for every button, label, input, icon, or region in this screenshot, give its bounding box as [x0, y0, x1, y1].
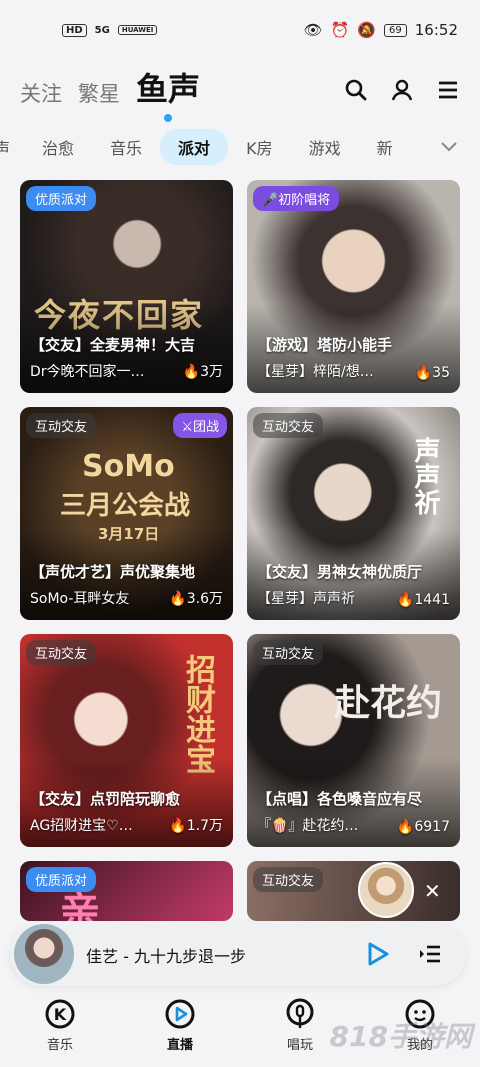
card-artwork-text: 声声祈 [410, 437, 440, 515]
card-host: AG招财进宝♡… [30, 818, 133, 834]
swords-icon: ⚔ [181, 420, 193, 435]
chevron-down-icon [441, 142, 457, 152]
song-title: 佳艺 - 九十九步退一步 [86, 947, 246, 966]
cat-music[interactable]: 音乐 [92, 129, 160, 165]
category-tabs: 声 治愈 音乐 派对 K房 游戏 新 [0, 128, 480, 166]
clock: 16:52 [414, 21, 458, 39]
top-icons [344, 78, 460, 102]
card-artwork-text: 赴花约 [333, 683, 442, 724]
room-card[interactable]: SoMo 三月公会战 3月17日 互动交友 ⚔团战 【声优才艺】声优聚集地 So… [20, 407, 233, 620]
card-artwork-text: 招财进宝 [180, 654, 215, 774]
mute-icon: 🔕 [357, 21, 377, 39]
mini-player[interactable]: 佳艺 - 九十九步退一步 [10, 922, 466, 986]
eye-icon: 👁 [303, 21, 323, 39]
play-icon[interactable] [366, 941, 390, 967]
svg-text:K: K [54, 1005, 67, 1024]
room-card[interactable]: 声声祈 互动交友 【交友】男神女神优质厅 【星芽】声声祈 🔥1441 [247, 407, 460, 620]
card-host: 『🍿』赴花约… [257, 818, 359, 834]
playlist-icon[interactable] [418, 942, 442, 966]
card-host: SoMo-耳畔女友 [30, 591, 130, 607]
card-title: 【交友】男神女神优质厅 [257, 563, 423, 581]
card-badge: 互动交友 [253, 640, 324, 665]
card-badge: 互动交友 [26, 413, 97, 438]
close-icon[interactable]: ✕ [424, 879, 441, 903]
card-title: 【声优才艺】声优聚集地 [30, 563, 196, 581]
carrier-badge: HUAWEI [117, 25, 158, 35]
cat-party[interactable]: 派对 [160, 129, 229, 165]
fire-icon: 🔥 [182, 364, 201, 380]
floating-live-avatar[interactable] [358, 862, 414, 918]
fire-icon: 🔥 [396, 592, 415, 608]
music-k-icon: K [45, 999, 75, 1029]
card-badge: 优质派对 [26, 186, 97, 211]
network-indicator: 5G [94, 24, 110, 36]
card-heat: 🔥6917 [396, 819, 450, 835]
room-card[interactable]: 亲 优质派对 [20, 861, 233, 921]
nav-label: 唱玩 [286, 1038, 313, 1053]
card-badge: 互动交友 [26, 640, 97, 665]
watermark: 818手游网 [329, 1020, 472, 1053]
status-left: HD 5G HUAWEI [62, 23, 158, 37]
tab-yusheng[interactable]: 鱼声 [136, 64, 200, 122]
card-heat: 🔥3.6万 [169, 591, 223, 607]
cat-game[interactable]: 游戏 [291, 129, 359, 165]
fire-icon: 🔥 [396, 819, 415, 835]
menu-icon[interactable] [436, 78, 460, 102]
search-icon[interactable] [344, 78, 368, 102]
card-badge: 优质派对 [26, 867, 97, 892]
card-title: 【交友】全麦男神！大吉 [30, 336, 196, 354]
card-heat: 🔥1.7万 [169, 818, 223, 834]
card-heat: 🔥3万 [182, 364, 223, 380]
nav-label: 直播 [166, 1038, 193, 1053]
card-heat: 🔥35 [414, 365, 450, 381]
tab-follow[interactable]: 关注 [20, 78, 62, 118]
mic-icon [286, 998, 314, 1028]
status-right: 👁 ⏰ 🔕 69 16:52 [304, 21, 458, 39]
mic-badge-icon: 🎤 [262, 193, 279, 208]
cat-new[interactable]: 新 [359, 129, 411, 165]
cat-partial[interactable]: 声 [0, 129, 24, 165]
room-card[interactable]: 赴花约 互动交友 【点唱】各色嗓音应有尽 『🍿』赴花约… 🔥6917 [247, 634, 460, 847]
expand-categories[interactable] [424, 128, 480, 166]
live-play-icon [165, 999, 195, 1029]
card-badge-secondary: ⚔团战 [173, 413, 227, 438]
room-card[interactable]: 招财进宝 互动交友 【交友】点罚陪玩聊愈 AG招财进宝♡… 🔥1.7万 [20, 634, 233, 847]
battery-indicator: 69 [384, 23, 407, 37]
card-heat: 🔥1441 [396, 592, 450, 608]
status-bar: HD 5G HUAWEI 👁 ⏰ 🔕 69 16:52 [0, 0, 480, 60]
nav-music[interactable]: K 音乐 [0, 992, 120, 1067]
fire-icon: 🔥 [414, 365, 433, 381]
room-card[interactable]: 🎤初阶唱将 【游戏】塔防小能手 【星芽】梓陌/想… 🔥35 [247, 180, 460, 393]
card-title: 【交友】点罚陪玩聊愈 [30, 790, 181, 808]
alarm-icon: ⏰ [330, 21, 350, 39]
card-title: 【游戏】塔防小能手 [257, 336, 393, 354]
nav-label: 音乐 [46, 1038, 73, 1053]
card-host: 【星芽】声声祈 [257, 591, 355, 607]
tab-fanxing[interactable]: 繁星 [78, 78, 120, 118]
cat-k-room[interactable]: K房 [228, 129, 291, 165]
card-host: Dr今晚不回家一… [30, 364, 145, 380]
card-badge: 🎤初阶唱将 [253, 186, 340, 211]
hd-badge: HD [62, 23, 87, 37]
cat-healing[interactable]: 治愈 [24, 129, 92, 165]
nav-live[interactable]: 直播 [120, 992, 240, 1067]
fire-icon: 🔥 [169, 591, 187, 607]
card-artwork-text: SoMo [82, 449, 175, 484]
card-badge: 互动交友 [253, 867, 324, 892]
user-icon[interactable] [390, 78, 414, 102]
card-badge: 互动交友 [253, 413, 324, 438]
card-host: 【星芽】梓陌/想… [257, 364, 374, 380]
room-card[interactable]: 今夜不回家 优质派对 【交友】全麦男神！大吉 Dr今晚不回家一… 🔥3万 [20, 180, 233, 393]
card-artwork-text: 三月公会战 [60, 491, 191, 521]
card-title: 【点唱】各色嗓音应有尽 [257, 790, 423, 808]
album-cover[interactable] [14, 924, 74, 984]
fire-icon: 🔥 [169, 818, 187, 834]
